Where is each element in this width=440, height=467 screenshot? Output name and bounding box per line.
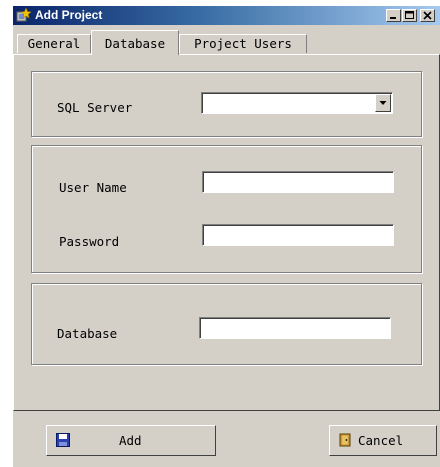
exit-door-icon [338, 433, 352, 447]
minimize-button[interactable] [386, 9, 401, 22]
floppy-disk-icon [56, 433, 70, 447]
title-bar[interactable]: Add Project [13, 6, 440, 25]
chevron-down-icon [379, 101, 387, 105]
database-tab-panel: SQL Server User Name Password Database [13, 54, 440, 411]
database-field[interactable] [199, 317, 391, 339]
sql-server-group: SQL Server [31, 71, 422, 137]
sql-server-label: SQL Server [57, 100, 133, 115]
tab-project-users[interactable]: Project Users [179, 34, 307, 53]
maximize-icon [405, 11, 414, 19]
tab-general[interactable]: General [17, 34, 91, 53]
password-label: Password [59, 234, 120, 249]
database-group: Database [31, 283, 422, 365]
project-wizard-icon [16, 7, 32, 23]
add-project-dialog: Add Project General Database Project Use… [12, 5, 440, 467]
close-button[interactable] [420, 9, 435, 22]
tab-strip: General Database Project Users [13, 26, 440, 56]
sql-server-select[interactable] [201, 92, 393, 114]
minimize-icon [390, 17, 396, 19]
close-icon [423, 11, 432, 20]
dropdown-button[interactable] [375, 94, 391, 112]
password-field[interactable] [202, 224, 394, 246]
add-button-label: Add [119, 433, 142, 448]
maximize-button[interactable] [402, 9, 417, 22]
user-name-label: User Name [59, 180, 127, 195]
add-button[interactable]: Add [46, 425, 216, 456]
credentials-group: User Name Password [31, 145, 422, 273]
database-label: Database [57, 326, 118, 341]
cancel-button-label: Cancel [358, 433, 404, 448]
tab-database[interactable]: Database [91, 30, 179, 55]
window-title: Add Project [35, 8, 103, 22]
cancel-button[interactable]: Cancel [329, 425, 437, 456]
user-name-field[interactable] [202, 171, 394, 193]
